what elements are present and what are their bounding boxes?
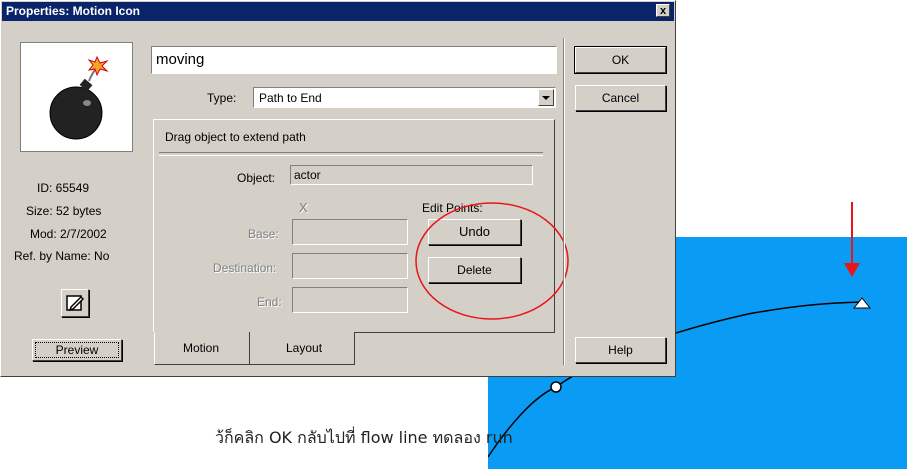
chevron-down-icon <box>542 96 550 100</box>
red-annotation-ellipse <box>415 202 569 320</box>
preview-button[interactable]: Preview <box>32 339 122 361</box>
dropdown-arrow-button[interactable] <box>538 89 554 106</box>
tab-motion[interactable]: Motion <box>154 332 250 365</box>
tab-layout[interactable]: Layout <box>250 332 355 365</box>
red-arrow-top <box>851 202 853 240</box>
object-label: Object: <box>237 171 276 185</box>
icon-preview-box <box>20 42 133 152</box>
path-group-panel: Drag object to extend path Object: actor… <box>153 119 569 333</box>
close-button[interactable]: x <box>656 4 670 17</box>
type-select[interactable]: Path to End <box>253 87 556 108</box>
properties-dialog: Properties: Motion Icon x ID: 65549 Size… <box>0 0 676 377</box>
edit-icon-button[interactable] <box>61 289 89 317</box>
dialog-title: Properties: Motion Icon <box>6 4 141 18</box>
cancel-button[interactable]: Cancel <box>575 85 666 111</box>
type-label: Type: <box>207 91 237 105</box>
name-field[interactable]: moving <box>151 46 557 74</box>
icon-size: Size: 52 bytes <box>26 204 102 218</box>
icon-id: ID: 65549 <box>37 181 90 195</box>
end-label: End: <box>257 295 282 309</box>
group-divider <box>159 152 543 156</box>
icon-ref: Ref. by Name: No <box>14 249 110 263</box>
type-value: Path to End <box>259 91 322 105</box>
object-field: actor <box>290 165 533 185</box>
help-button[interactable]: Help <box>575 337 666 363</box>
title-bar[interactable]: Properties: Motion Icon x <box>2 2 674 21</box>
destination-field <box>292 253 408 279</box>
destination-label: Destination: <box>213 261 277 275</box>
bomb-icon <box>49 55 109 140</box>
caption-text: ว้ก็คลิก OK กลับไปที่ flow line ทดลอง ru… <box>215 428 513 447</box>
path-point-circle[interactable] <box>550 381 562 393</box>
edit-pencil-icon <box>66 295 85 312</box>
base-field <box>292 219 408 245</box>
object-value: actor <box>294 168 321 182</box>
path-instruction: Drag object to extend path <box>165 130 306 144</box>
vertical-divider <box>563 38 565 365</box>
name-value: moving <box>156 51 205 68</box>
ok-button[interactable]: OK <box>575 47 666 73</box>
tab-layout-label: Layout <box>286 341 323 355</box>
tab-motion-label: Motion <box>183 341 220 355</box>
end-field <box>292 287 408 313</box>
base-label: Base: <box>248 227 279 241</box>
icon-mod: Mod: 2/7/2002 <box>30 227 107 241</box>
x-marker: X <box>299 200 308 215</box>
